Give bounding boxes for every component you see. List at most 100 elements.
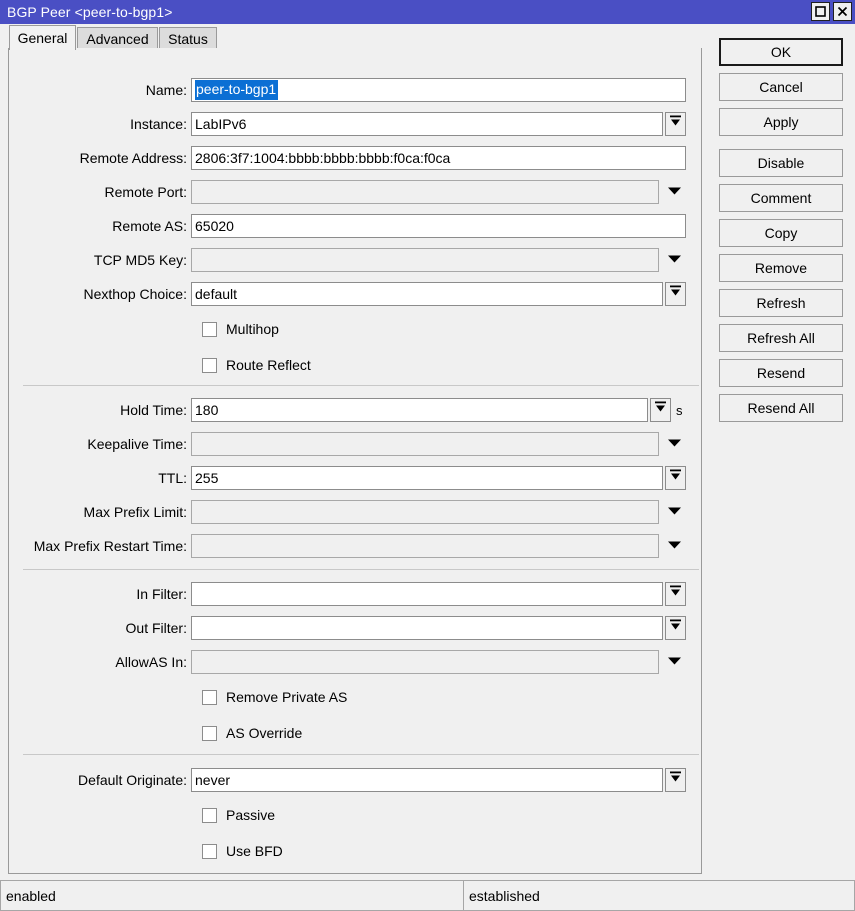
disable-button[interactable]: Disable [719, 149, 843, 177]
instance-input[interactable]: LabIPv6 [191, 112, 663, 136]
max-prefix-limit-input[interactable] [191, 500, 659, 524]
as-override-label: AS Override [226, 725, 302, 741]
window-titlebar[interactable]: BGP Peer <peer-to-bgp1> [0, 0, 855, 24]
remote-address-input-value: 2806:3f7:1004:bbbb:bbbb:bbbb:f0ca:f0ca [195, 150, 450, 166]
chevron-down-icon [669, 284, 682, 304]
disable-button-label: Disable [758, 155, 805, 171]
refresh-all-button-label: Refresh All [747, 330, 815, 346]
allowas-in-label: AllowAS In: [9, 654, 191, 670]
remote-as-label: Remote AS: [9, 218, 191, 234]
use-bfd-label: Use BFD [226, 843, 283, 859]
status-state-cell: established [464, 880, 855, 911]
restore-icon [815, 6, 826, 17]
triangle-down-icon [667, 183, 682, 201]
remove-button[interactable]: Remove [719, 254, 843, 282]
nexthop-choice-dropdown-button[interactable] [665, 282, 686, 306]
triangle-down-icon [667, 251, 682, 269]
row-remove-private-as: Remove Private AS [9, 686, 347, 708]
max-prefix-restart-time-input[interactable] [191, 534, 659, 558]
allowas-in-input[interactable] [191, 650, 659, 674]
copy-button-label: Copy [765, 225, 798, 241]
status-enabled-cell: enabled [0, 880, 464, 911]
max-prefix-restart-time-dropdown-button[interactable] [663, 534, 685, 558]
nexthop-choice-input-value: default [195, 286, 237, 302]
ok-button[interactable]: OK [719, 38, 843, 66]
resend-all-button[interactable]: Resend All [719, 394, 843, 422]
remove-private-as-checkbox[interactable] [202, 690, 217, 705]
hold-time-input[interactable]: 180 [191, 398, 648, 422]
row-default-originate: Default Originate: never [9, 768, 701, 792]
keepalive-time-label: Keepalive Time: [9, 436, 191, 452]
row-max-prefix-restart-time: Max Prefix Restart Time: [9, 534, 701, 558]
remote-port-input[interactable] [191, 180, 659, 204]
out-filter-label: Out Filter: [9, 620, 191, 636]
ttl-dropdown-button[interactable] [665, 466, 686, 490]
tcp-md5-key-label: TCP MD5 Key: [9, 252, 191, 268]
instance-dropdown-button[interactable] [665, 112, 686, 136]
keepalive-time-dropdown-button[interactable] [663, 432, 685, 456]
row-use-bfd: Use BFD [9, 840, 283, 862]
cancel-button-label: Cancel [759, 79, 803, 95]
hold-time-dropdown-button[interactable] [650, 398, 671, 422]
row-multihop: Multihop [9, 318, 279, 340]
in-filter-dropdown-button[interactable] [665, 582, 686, 606]
in-filter-input[interactable] [191, 582, 663, 606]
out-filter-input[interactable] [191, 616, 663, 640]
row-instance: Instance: LabIPv6 [9, 112, 701, 136]
name-input[interactable]: peer-to-bgp1 [191, 78, 686, 102]
row-passive: Passive [9, 804, 275, 826]
apply-button[interactable]: Apply [719, 108, 843, 136]
remove-private-as-label: Remove Private AS [226, 689, 347, 705]
separator-2 [23, 569, 699, 570]
multihop-label: Multihop [226, 321, 279, 337]
ttl-input[interactable]: 255 [191, 466, 663, 490]
remote-address-input[interactable]: 2806:3f7:1004:bbbb:bbbb:bbbb:f0ca:f0ca [191, 146, 686, 170]
default-originate-input[interactable]: never [191, 768, 663, 792]
max-prefix-limit-dropdown-button[interactable] [663, 500, 685, 524]
passive-label: Passive [226, 807, 275, 823]
instance-label: Instance: [9, 116, 191, 132]
row-name: Name: peer-to-bgp1 [9, 78, 701, 102]
remote-as-input[interactable]: 65020 [191, 214, 686, 238]
remote-address-label: Remote Address: [9, 150, 191, 166]
refresh-all-button[interactable]: Refresh All [719, 324, 843, 352]
row-remote-port: Remote Port: [9, 180, 701, 204]
comment-button[interactable]: Comment [719, 184, 843, 212]
general-tab-panel: Name: peer-to-bgp1 Instance: LabIPv6 [8, 48, 702, 874]
out-filter-dropdown-button[interactable] [665, 616, 686, 640]
refresh-button[interactable]: Refresh [719, 289, 843, 317]
use-bfd-checkbox[interactable] [202, 844, 217, 859]
max-prefix-limit-label: Max Prefix Limit: [9, 504, 191, 520]
tab-status[interactable]: Status [159, 27, 217, 49]
passive-checkbox[interactable] [202, 808, 217, 823]
chevron-down-icon [654, 400, 667, 420]
apply-button-label: Apply [763, 114, 798, 130]
tab-advanced[interactable]: Advanced [77, 27, 158, 49]
cancel-button[interactable]: Cancel [719, 73, 843, 101]
route-reflect-checkbox[interactable] [202, 358, 217, 373]
tab-general[interactable]: General [9, 25, 76, 50]
route-reflect-label: Route Reflect [226, 357, 311, 373]
row-nexthop-choice: Nexthop Choice: default [9, 282, 701, 306]
multihop-checkbox[interactable] [202, 322, 217, 337]
as-override-checkbox[interactable] [202, 726, 217, 741]
triangle-down-icon [667, 435, 682, 453]
tcp-md5-key-dropdown-button[interactable] [663, 248, 685, 272]
default-originate-label: Default Originate: [9, 772, 191, 788]
status-bar: enabled established [0, 880, 855, 911]
resend-button[interactable]: Resend [719, 359, 843, 387]
ttl-label: TTL: [9, 470, 191, 486]
allowas-in-dropdown-button[interactable] [663, 650, 685, 674]
keepalive-time-input[interactable] [191, 432, 659, 456]
row-hold-time: Hold Time: 180 s [9, 398, 701, 422]
tcp-md5-key-input[interactable] [191, 248, 659, 272]
refresh-button-label: Refresh [756, 295, 805, 311]
window-controls [811, 2, 852, 21]
default-originate-dropdown-button[interactable] [665, 768, 686, 792]
restore-button[interactable] [811, 2, 830, 21]
close-button[interactable] [833, 2, 852, 21]
separator-1 [23, 385, 699, 386]
remote-port-dropdown-button[interactable] [663, 180, 685, 204]
copy-button[interactable]: Copy [719, 219, 843, 247]
nexthop-choice-input[interactable]: default [191, 282, 663, 306]
